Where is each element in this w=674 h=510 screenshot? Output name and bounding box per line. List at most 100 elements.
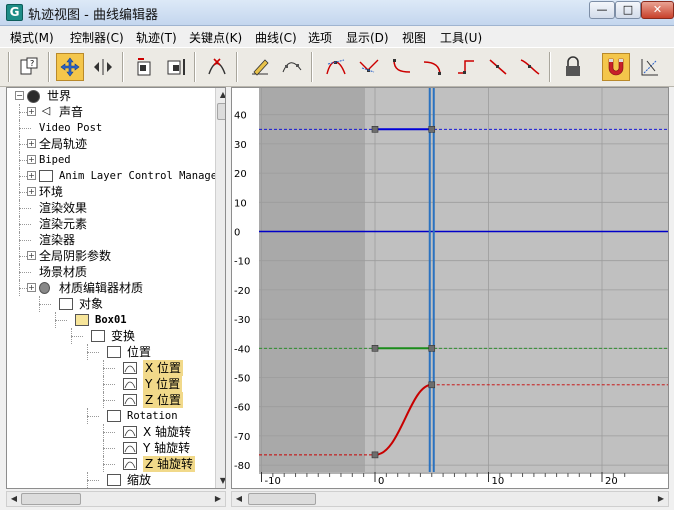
expand-icon[interactable]: +	[27, 155, 36, 164]
menu-view[interactable]: 视图	[402, 29, 426, 46]
tangent-slow-icon[interactable]	[419, 53, 447, 81]
position-icon	[107, 346, 121, 358]
tangent-auto-icon[interactable]	[322, 53, 350, 81]
tangent-custom-icon[interactable]	[355, 53, 383, 81]
curve-icon	[123, 362, 137, 374]
tree-item[interactable]: Anim Layer Control Manage	[59, 168, 217, 184]
scroll-up-icon[interactable]: ▲	[216, 88, 225, 102]
tree-connector	[103, 448, 115, 449]
tree-item[interactable]: Rotation	[127, 408, 178, 424]
scroll-right-icon[interactable]: ▶	[211, 492, 225, 506]
curve-graph[interactable]: 40 30 20 10 0 -10 -20 -30 -40 -50 -60 -70 -80 -10 0 10 2…	[231, 87, 669, 489]
scroll-thumb[interactable]	[217, 103, 225, 120]
menu-keys[interactable]: 关键点(K)	[189, 29, 242, 46]
expand-icon[interactable]: +	[27, 171, 36, 180]
tree-item[interactable]: Biped	[39, 152, 71, 168]
tree-item[interactable]: 渲染器	[39, 232, 75, 248]
curve-icon	[123, 426, 137, 438]
lock-selection-icon[interactable]	[559, 53, 587, 81]
keyframe[interactable]	[428, 381, 436, 389]
scroll-down-icon[interactable]: ▼	[216, 474, 225, 488]
menu-display[interactable]: 显示(D)	[346, 29, 389, 46]
toolbar-separator	[48, 52, 50, 82]
tangent-fast-icon[interactable]	[387, 53, 415, 81]
scroll-thumb[interactable]	[21, 493, 81, 505]
parameter-curve-icon[interactable]	[636, 53, 664, 81]
tree-item[interactable]: 声音	[59, 104, 83, 120]
tree-item[interactable]: Box01	[95, 312, 127, 328]
filters-icon[interactable]: ?	[15, 53, 43, 81]
tree-item[interactable]: 渲染元素	[39, 216, 87, 232]
tree-connector	[87, 344, 88, 360]
tree-item-selected[interactable]: X 位置	[143, 360, 184, 376]
scale-values-icon[interactable]	[162, 53, 190, 81]
tree-item[interactable]: 全局阴影参数	[39, 248, 111, 264]
expand-icon[interactable]: +	[27, 107, 36, 116]
move-keys-icon[interactable]	[56, 53, 84, 81]
tree-item[interactable]: 环境	[39, 184, 63, 200]
tree-scrollbar[interactable]: ▲ ▼	[215, 88, 225, 488]
curve-icon	[123, 458, 137, 470]
tree-connector	[19, 120, 20, 136]
tree-item[interactable]: X 轴旋转	[143, 424, 191, 440]
slide-keys-icon[interactable]	[89, 53, 117, 81]
scale-keys-icon[interactable]	[130, 53, 158, 81]
scroll-left-icon[interactable]: ◀	[232, 492, 246, 506]
tree-item[interactable]: 场景材质	[39, 264, 87, 280]
tree-item[interactable]: 缩放	[127, 472, 151, 488]
scroll-left-icon[interactable]: ◀	[7, 492, 21, 506]
tree-item[interactable]: 对象	[79, 296, 103, 312]
menu-tracks[interactable]: 轨迹(T)	[136, 29, 177, 46]
keyframe[interactable]	[371, 451, 379, 459]
keyframe[interactable]	[371, 125, 379, 133]
expand-icon[interactable]: +	[27, 283, 36, 292]
tree-item[interactable]: 变换	[111, 328, 135, 344]
tree-item[interactable]: 材质编辑器材质	[59, 280, 143, 296]
insert-keys-icon[interactable]	[203, 53, 231, 81]
scroll-thumb[interactable]	[248, 493, 316, 505]
tree-connector	[19, 136, 20, 152]
expand-icon[interactable]: +	[27, 251, 36, 260]
tangent-step-icon[interactable]	[452, 53, 480, 81]
menu-controller[interactable]: 控制器(C)	[70, 29, 124, 46]
expand-icon[interactable]: +	[27, 187, 36, 196]
tree-item-selected[interactable]: Y 位置	[143, 376, 183, 392]
controller-tree[interactable]: − 世界 + ◁ 声音 Video Post + 全局轨迹 + Biped + Anim Layer …	[6, 87, 226, 489]
minimize-button[interactable]: —	[589, 1, 615, 19]
reduce-keys-icon[interactable]	[278, 53, 306, 81]
transform-icon	[91, 330, 105, 342]
menu-curves[interactable]: 曲线(C)	[255, 29, 297, 46]
collapse-icon[interactable]: −	[15, 91, 24, 100]
tree-item[interactable]: 全局轨迹	[39, 136, 87, 152]
draw-curves-icon[interactable]	[246, 53, 274, 81]
x-tick-label: -10	[265, 476, 281, 487]
time-ruler	[232, 472, 668, 488]
tree-item-selected[interactable]: Z 轴旋转	[143, 456, 196, 472]
tree-item[interactable]: 渲染效果	[39, 200, 87, 216]
tree-connector	[55, 312, 56, 328]
tangent-linear-icon[interactable]	[484, 53, 512, 81]
tree-item[interactable]: Video Post	[39, 120, 102, 136]
maximize-button[interactable]: □	[615, 1, 641, 19]
tree-horizontal-scrollbar[interactable]: ◀ ▶	[6, 491, 226, 507]
snap-frames-icon[interactable]	[602, 53, 630, 81]
menu-options[interactable]: 选项	[308, 29, 332, 46]
keyframe[interactable]	[428, 344, 436, 352]
graph-horizontal-scrollbar[interactable]: ◀ ▶	[231, 491, 669, 507]
scroll-right-icon[interactable]: ▶	[654, 492, 668, 506]
scale-icon	[107, 474, 121, 486]
tree-connector	[19, 272, 31, 273]
expand-icon[interactable]: +	[27, 139, 36, 148]
tree-item[interactable]: 位置	[127, 344, 151, 360]
tangent-smooth-icon[interactable]	[516, 53, 544, 81]
tree-item[interactable]: Y 轴旋转	[143, 440, 190, 456]
keyframe[interactable]	[428, 125, 436, 133]
tree-item[interactable]: 世界	[47, 88, 71, 104]
keyframe[interactable]	[371, 344, 379, 352]
tree-connector	[71, 336, 83, 337]
tree-item-selected[interactable]: Z 位置	[143, 392, 184, 408]
menu-mode[interactable]: 模式(M)	[10, 29, 54, 46]
close-button[interactable]: ✕	[641, 1, 674, 19]
menu-utilities[interactable]: 工具(U)	[440, 29, 482, 46]
tree-connector	[103, 400, 115, 401]
